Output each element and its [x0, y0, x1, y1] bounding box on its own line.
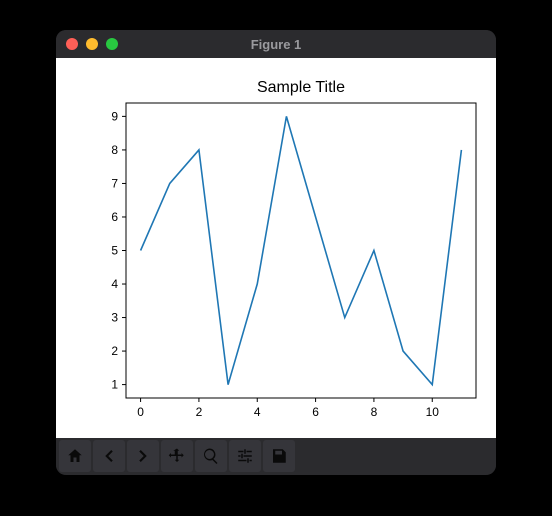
back-button[interactable]: [93, 440, 125, 472]
zoom-icon: [202, 447, 220, 465]
x-tick-label: 6: [312, 405, 319, 419]
window-title: Figure 1: [56, 37, 496, 52]
x-tick-label: 0: [137, 405, 144, 419]
home-icon: [66, 447, 84, 465]
zoom-button[interactable]: [195, 440, 227, 472]
matplotlib-toolbar: [56, 438, 496, 474]
chart-title: Sample Title: [257, 79, 345, 96]
arrow-right-icon: [134, 447, 152, 465]
y-tick-label: 4: [111, 277, 118, 291]
pan-button[interactable]: [161, 440, 193, 472]
minimize-icon[interactable]: [86, 38, 98, 50]
sliders-icon: [236, 447, 254, 465]
save-icon: [270, 447, 288, 465]
figure-window: Figure 1 Sample Title 0246810123456789: [56, 30, 496, 475]
arrow-left-icon: [100, 447, 118, 465]
x-tick-label: 2: [196, 405, 203, 419]
close-icon[interactable]: [66, 38, 78, 50]
y-tick-label: 6: [111, 210, 118, 224]
line-series: [141, 116, 462, 384]
fullscreen-icon[interactable]: [106, 38, 118, 50]
home-button[interactable]: [59, 440, 91, 472]
titlebar: Figure 1: [56, 30, 496, 58]
x-tick-label: 10: [426, 405, 440, 419]
y-tick-label: 1: [111, 378, 118, 392]
plot-area: Sample Title 0246810123456789: [56, 58, 496, 438]
chart: Sample Title 0246810123456789: [56, 58, 496, 438]
y-tick-label: 9: [111, 109, 118, 123]
y-tick-label: 3: [111, 311, 118, 325]
x-tick-label: 8: [371, 405, 378, 419]
x-tick-label: 4: [254, 405, 261, 419]
y-tick-label: 2: [111, 344, 118, 358]
y-tick-label: 5: [111, 244, 118, 258]
move-icon: [168, 447, 186, 465]
y-tick-label: 8: [111, 143, 118, 157]
y-tick-label: 7: [111, 176, 118, 190]
configure-button[interactable]: [229, 440, 261, 472]
save-button[interactable]: [263, 440, 295, 472]
window-controls: [56, 38, 118, 50]
forward-button[interactable]: [127, 440, 159, 472]
